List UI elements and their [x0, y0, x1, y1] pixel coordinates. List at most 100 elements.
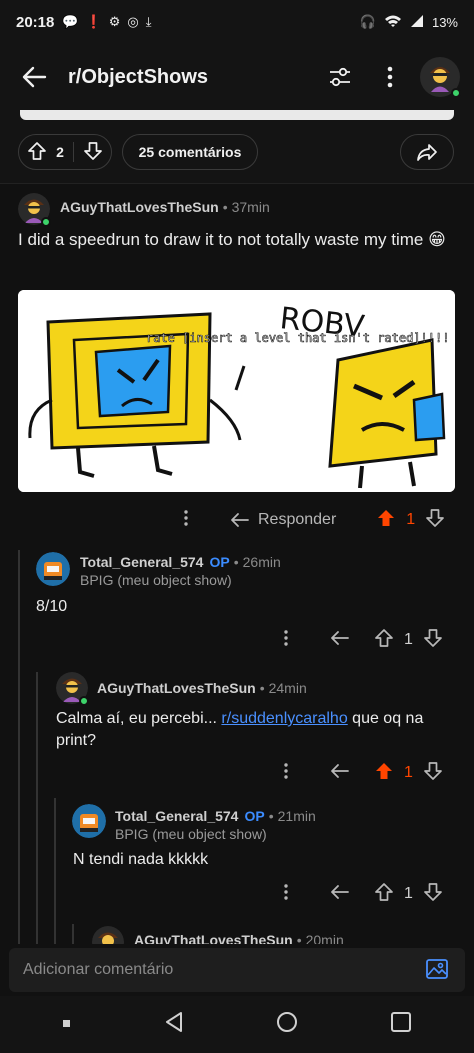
user-avatar[interactable] [420, 57, 461, 98]
comment-vote-count: 1 [406, 511, 416, 528]
drawing-caption: rate [insert a level that isn't rated]!!… [146, 331, 449, 345]
comment-thread: AGuyThatLovesTheSun • 37min I did a spee… [0, 184, 474, 944]
comment-more-button[interactable] [284, 763, 288, 783]
nav-overview-icon [391, 1012, 411, 1032]
subreddit-link[interactable]: r/suddenlycaralho [221, 710, 347, 727]
add-comment-bar[interactable]: Adicionar comentário [9, 948, 465, 992]
chat-bubble-icon: 💬 [62, 14, 79, 29]
nav-overview-button[interactable] [390, 1011, 412, 1038]
thread-line [36, 672, 38, 944]
shazam-icon: ◎ [127, 14, 139, 29]
op-badge: OP [209, 554, 230, 570]
post-image-edge [20, 110, 454, 120]
more-vertical-icon [284, 630, 288, 646]
user-flair: BPIG (meu object show) [115, 826, 267, 842]
reply-icon [331, 764, 349, 778]
comment-upvote-button[interactable] [374, 761, 394, 785]
commenter-avatar[interactable] [72, 804, 106, 838]
comment-more-button[interactable] [184, 510, 188, 530]
comment-upvote-button[interactable] [374, 628, 394, 652]
status-bar: 20:18 💬 ❗ ⚙ ◎ ⤓ 🎧 13% [0, 0, 474, 44]
gear-icon: ⚙ [108, 14, 121, 29]
nav-home-button[interactable] [276, 1011, 298, 1038]
user-flair: BPIG (meu object show) [80, 572, 232, 588]
online-indicator [79, 696, 89, 706]
op-badge: OP [244, 808, 265, 824]
image-upload-button[interactable] [425, 957, 451, 983]
upvote-icon [378, 510, 395, 526]
nav-back-icon [166, 1012, 182, 1032]
comment-text-part: Calma aí, eu percebi... [56, 710, 222, 727]
comment-age: 26min [242, 554, 281, 570]
upvote-icon [28, 141, 46, 160]
comment-actions: 1 [276, 758, 466, 788]
downvote-icon [84, 141, 102, 160]
comment-more-button[interactable] [284, 630, 288, 650]
nav-back-button[interactable] [164, 1011, 184, 1038]
downvote-icon [424, 762, 442, 780]
comment-downvote-button[interactable] [423, 882, 443, 906]
reply-button[interactable]: Responder [230, 511, 336, 529]
comment-upvote-button[interactable] [374, 882, 394, 906]
commenter-avatar[interactable] [36, 552, 70, 586]
alert-icon: ❗ [85, 14, 102, 29]
comment-downvote-button[interactable] [425, 508, 445, 532]
comment-author-row: AGuyThatLovesTheSun • 24min [97, 680, 307, 696]
app-bar: r/ObjectShows [0, 44, 474, 110]
system-nav-bar [0, 996, 474, 1053]
reply-button[interactable] [330, 763, 350, 783]
comment-body: N tendi nada kkkkk [73, 851, 209, 868]
sort-options-button[interactable] [320, 57, 360, 97]
comment-username[interactable]: Total_General_574 [80, 554, 203, 570]
upvote-icon [375, 883, 393, 901]
subreddit-title[interactable]: r/ObjectShows [68, 66, 208, 89]
comment-downvote-button[interactable] [423, 761, 443, 785]
comment-username[interactable]: AGuyThatLovesTheSun [134, 932, 293, 944]
reply-label: Responder [258, 511, 337, 528]
post-vote-count: 2 [56, 144, 64, 160]
nav-recents-button[interactable] [62, 1016, 72, 1034]
post-downvote-button[interactable] [83, 141, 103, 164]
comment-downvote-button[interactable] [423, 628, 443, 652]
add-comment-placeholder: Adicionar comentário [23, 961, 174, 978]
reply-icon [331, 885, 349, 899]
post-upvote-button[interactable] [27, 141, 47, 164]
reply-button[interactable] [330, 884, 350, 904]
comment-author-row: Total_General_574 OP • 21min [115, 808, 316, 824]
notification-icons: 💬 ❗ ⚙ ◎ ⤓ [62, 14, 151, 30]
drawing-image: ROBV rate [insert a level that isn't rat… [18, 290, 455, 492]
comment-vote-count: 1 [404, 885, 413, 902]
more-vertical-icon [184, 510, 188, 526]
reply-icon [231, 513, 249, 527]
comment-more-button[interactable] [284, 884, 288, 904]
more-options-button[interactable] [370, 57, 410, 97]
reply-button[interactable] [330, 630, 350, 650]
downvote-icon [424, 883, 442, 901]
thread-line [18, 550, 20, 944]
comment-username[interactable]: Total_General_574 [115, 808, 238, 824]
nav-recents-icon [63, 1019, 70, 1027]
status-time: 20:18 [16, 13, 55, 31]
comment-actions: 1 [276, 879, 466, 909]
comment-username[interactable]: AGuyThatLovesTheSun [97, 680, 256, 696]
comments-count-button[interactable]: 25 comentários [122, 134, 258, 170]
comment-body: 8/10 [36, 598, 68, 615]
back-button[interactable] [6, 49, 62, 105]
comment-vote-count: 1 [404, 631, 413, 648]
online-indicator [41, 217, 51, 227]
comment-actions: 1 [276, 625, 466, 655]
comment-upvote-button[interactable] [376, 508, 396, 532]
post-image-strip [0, 110, 474, 126]
comment-age: 21min [277, 808, 316, 824]
comment-image[interactable]: ROBV rate [insert a level that isn't rat… [18, 290, 455, 492]
post-action-row: 2 25 comentários [0, 126, 474, 184]
more-vertical-icon [284, 884, 288, 900]
comment-username[interactable]: AGuyThatLovesTheSun [60, 199, 219, 215]
more-vertical-icon [387, 66, 393, 88]
signal-icon [410, 14, 424, 31]
share-button[interactable] [400, 134, 454, 170]
comment-body: Calma aí, eu percebi... r/suddenlycaralh… [56, 708, 456, 752]
reply-icon [331, 631, 349, 645]
commenter-avatar[interactable] [92, 926, 124, 944]
share-icon [417, 144, 437, 161]
